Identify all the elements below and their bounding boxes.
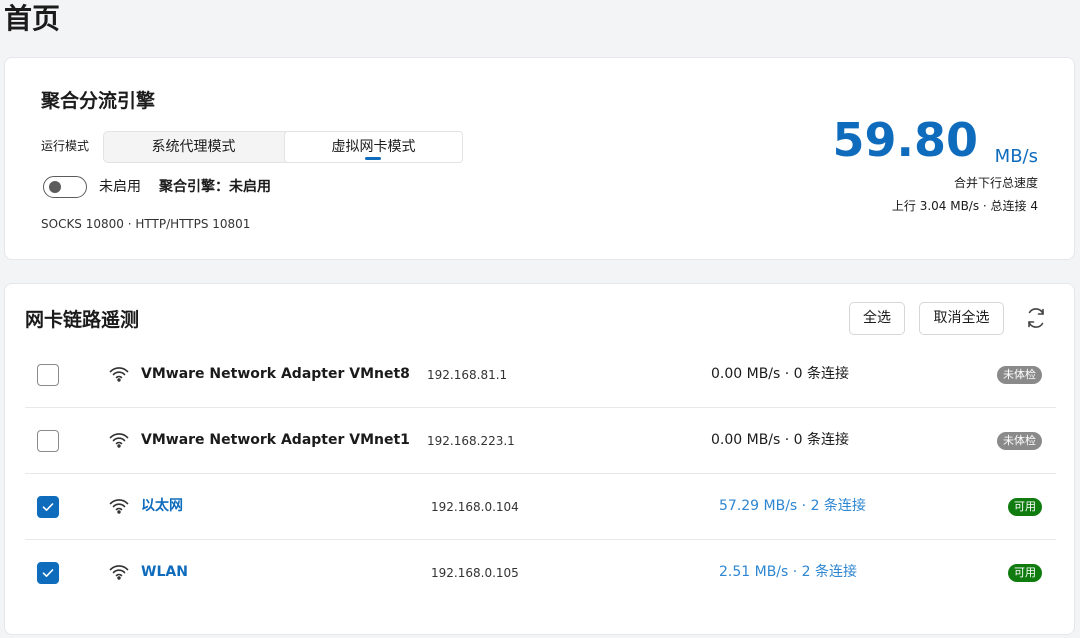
mode-virtual-nic[interactable]: 虚拟网卡模式 [284,131,463,163]
nic-name: VMware Network Adapter VMnet1 [141,432,410,448]
status-badge: 可用 [1008,498,1042,516]
wifi-icon [109,499,129,514]
nic-ip: 192.168.0.104 [431,500,519,514]
nic-name: 以太网 [141,498,183,514]
nic-row: VMware Network Adapter VMnet8 192.168.81… [25,342,1056,408]
nic-card: 网卡链路遥测 全选 取消全选 VMware Network Adapter VM… [4,283,1075,635]
mode-selector: 系统代理模式 虚拟网卡模式 [103,131,463,163]
nic-rate: 57.29 MB/s · 2 条连接 [719,498,866,514]
upload-and-connections: 上行 3.04 MB/s · 总连接 4 [891,199,1038,213]
toggle-label: 未启用 [99,179,141,195]
total-speed-caption: 合并下行总速度 [953,176,1038,190]
deselect-all-button[interactable]: 取消全选 [919,302,1004,335]
home-page: 首页 聚合分流引擎 运行模式 系统代理模式 虚拟网卡模式 未启用 聚合引擎：未启… [0,0,1080,638]
check-icon [42,503,54,511]
nic-rate: 2.51 MB/s · 2 条连接 [719,564,858,580]
wifi-icon [109,433,129,448]
refresh-icon[interactable] [1024,306,1048,330]
nic-title: 网卡链路遥测 [25,309,140,331]
nic-ip: 192.168.223.1 [427,434,515,448]
total-speed-unit: MB/s [994,146,1038,167]
engine-status: 聚合引擎：未启用 [159,179,271,195]
nic-row: WLAN 192.168.0.105 2.51 MB/s · 2 条连接 可用 [25,540,1056,606]
toggle-knob [49,181,61,193]
nic-name: VMware Network Adapter VMnet8 [141,366,410,382]
mode-label: 运行模式 [41,139,90,153]
status-badge: 未体检 [997,366,1042,384]
status-badge: 未体检 [997,432,1042,450]
nic-checkbox[interactable] [37,562,59,584]
select-all-button[interactable]: 全选 [849,302,905,335]
nic-checkbox[interactable] [37,364,59,386]
wifi-icon [109,565,129,580]
mode-virtual-nic-label: 虚拟网卡模式 [331,139,416,155]
nic-row: 以太网 192.168.0.104 57.29 MB/s · 2 条连接 可用 [25,474,1056,540]
proxy-ports: SOCKS 10800 · HTTP/HTTPS 10801 [41,217,251,231]
nic-name: WLAN [141,564,188,580]
engine-card: 聚合分流引擎 运行模式 系统代理模式 虚拟网卡模式 未启用 聚合引擎：未启用 S… [4,57,1075,260]
nic-row: VMware Network Adapter VMnet1 192.168.22… [25,408,1056,474]
engine-toggle[interactable] [43,176,87,198]
nic-checkbox[interactable] [37,496,59,518]
nic-rate: 0.00 MB/s · 0 条连接 [711,432,850,448]
mode-system-proxy[interactable]: 系统代理模式 [104,132,283,162]
engine-title: 聚合分流引擎 [41,90,156,112]
check-icon [42,569,54,577]
status-badge: 可用 [1008,564,1042,582]
page-title: 首页 [4,2,61,35]
nic-rate: 0.00 MB/s · 0 条连接 [711,366,850,382]
total-speed-value: 59.80 [832,113,978,167]
nic-ip: 192.168.81.1 [427,368,508,382]
wifi-icon [109,367,129,382]
nic-ip: 192.168.0.105 [431,566,519,580]
nic-checkbox[interactable] [37,430,59,452]
selected-indicator [365,157,381,160]
nic-list: VMware Network Adapter VMnet8 192.168.81… [25,342,1056,606]
